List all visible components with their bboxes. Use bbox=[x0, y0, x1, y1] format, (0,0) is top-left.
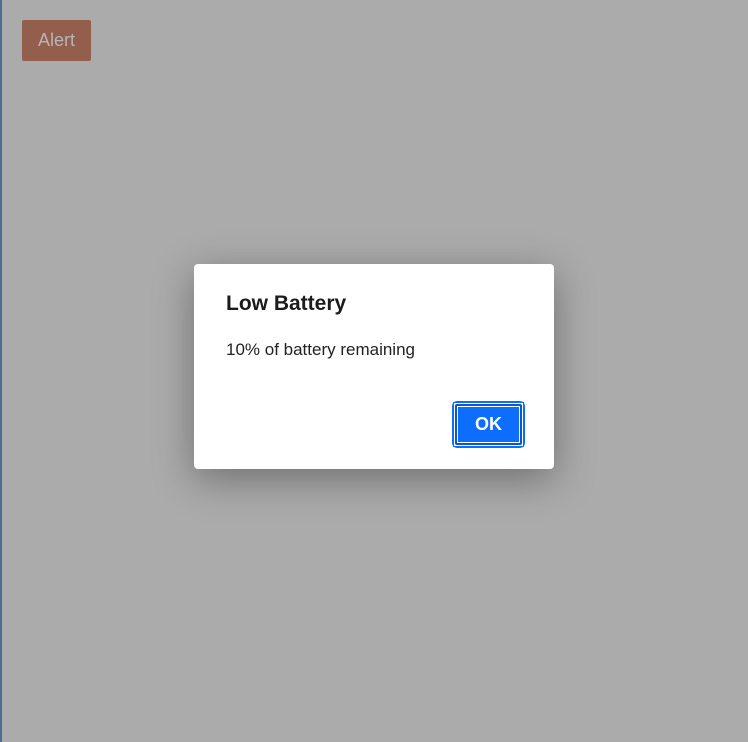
modal-overlay: Low Battery 10% of battery remaining OK bbox=[0, 0, 748, 742]
alert-dialog: Low Battery 10% of battery remaining OK bbox=[194, 264, 554, 469]
dialog-title: Low Battery bbox=[226, 292, 522, 316]
ok-button[interactable]: OK bbox=[455, 404, 522, 445]
dialog-message: 10% of battery remaining bbox=[226, 340, 522, 360]
dialog-actions: OK bbox=[226, 404, 522, 445]
